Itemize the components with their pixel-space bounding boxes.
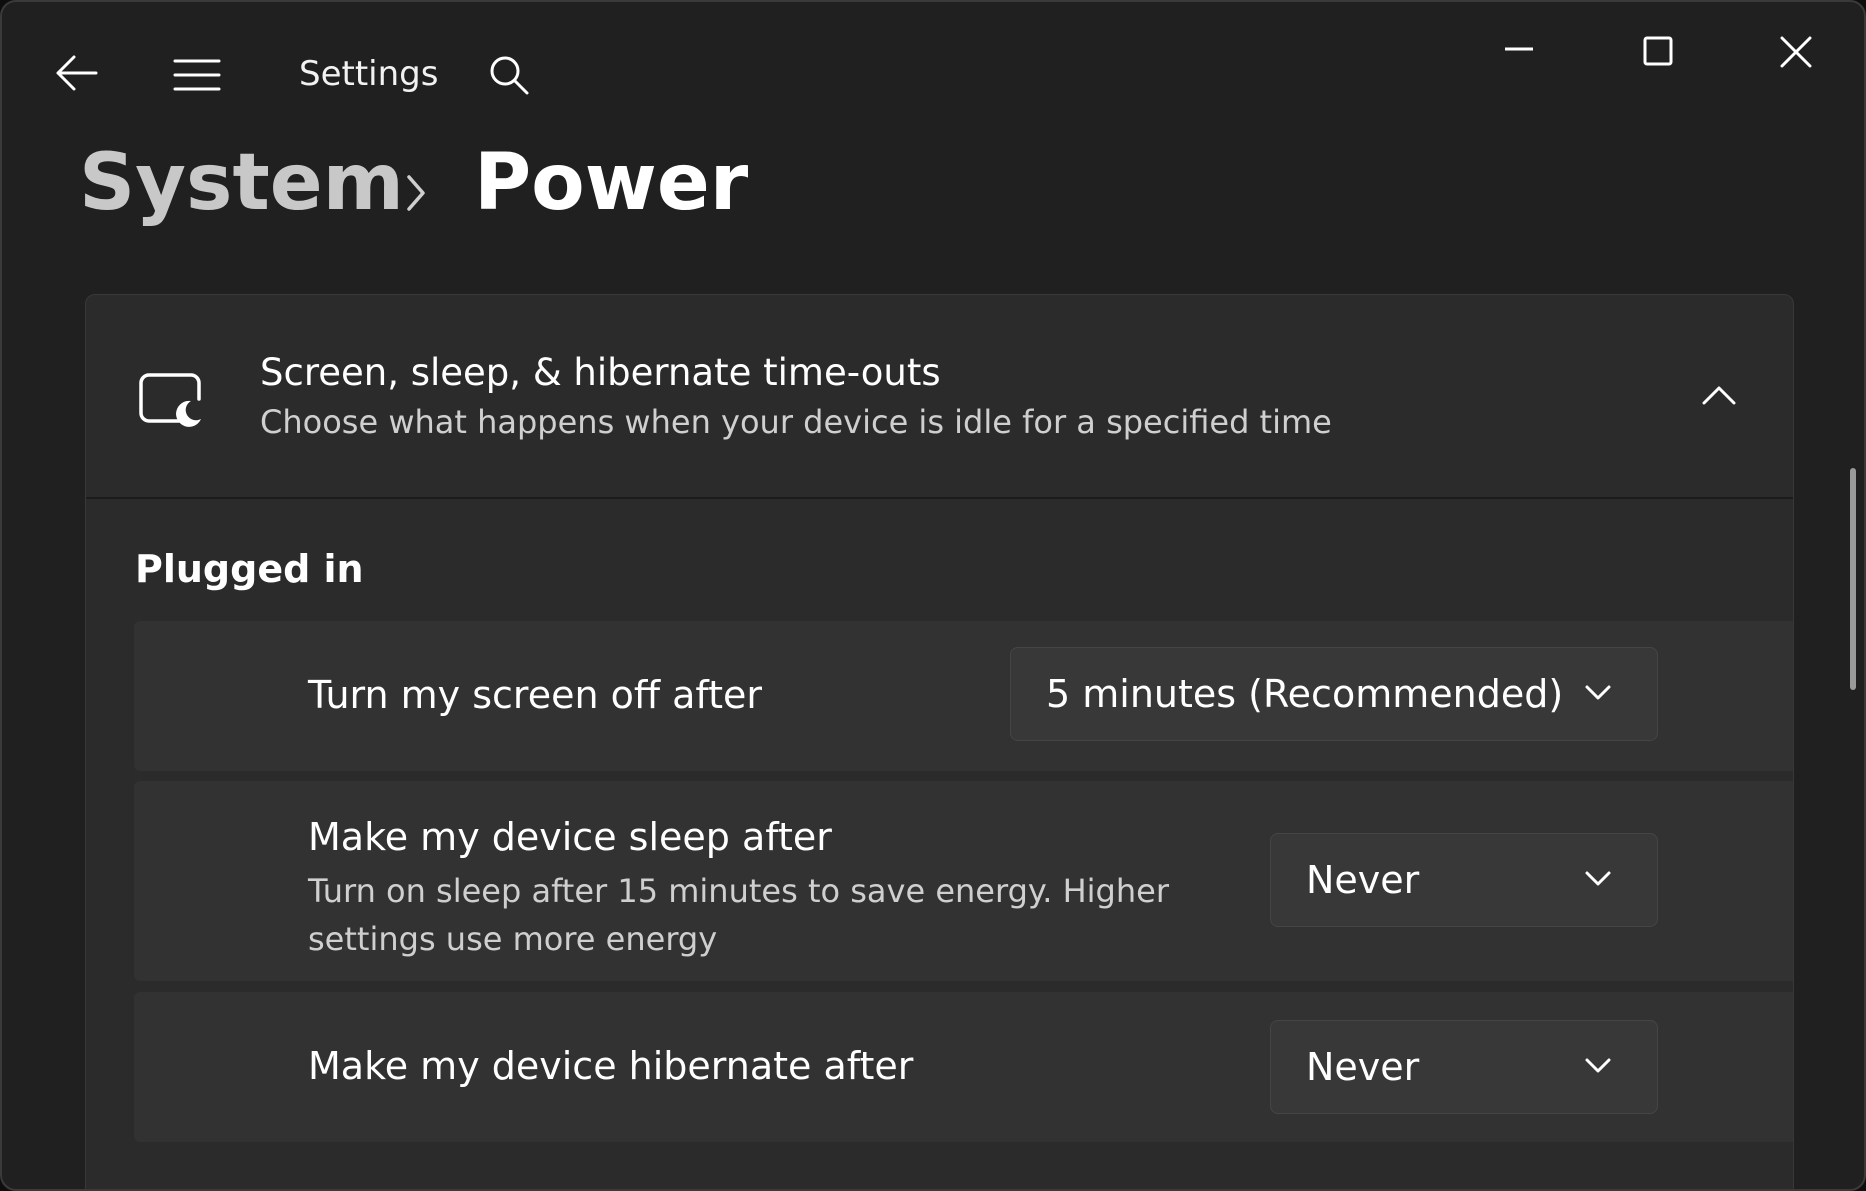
app-title: Settings — [299, 54, 439, 94]
setting-label: Make my device hibernate after — [308, 1044, 914, 1088]
card-subtitle: Choose what happens when your device is … — [260, 403, 1332, 441]
card-title: Screen, sleep, & hibernate time-outs — [260, 351, 941, 394]
screen-sleep-icon — [139, 373, 203, 427]
screen-sleep-card-header[interactable]: Screen, sleep, & hibernate time-outs Cho… — [86, 295, 1793, 499]
page-title: Power — [474, 138, 749, 228]
minimize-icon[interactable] — [1504, 46, 1534, 52]
hibernate-dropdown[interactable]: Never — [1270, 1020, 1658, 1114]
close-icon[interactable] — [1780, 36, 1812, 68]
chevron-right-icon — [406, 174, 426, 212]
chevron-down-icon — [1584, 868, 1612, 890]
chevron-down-icon — [1584, 1055, 1612, 1077]
dropdown-value: Never — [1306, 858, 1420, 902]
search-icon[interactable] — [488, 54, 530, 96]
setting-row-sleep: Make my device sleep after Turn on sleep… — [134, 781, 1793, 981]
breadcrumb-system[interactable]: System — [79, 144, 404, 222]
chevron-down-icon — [1584, 682, 1612, 704]
screen-sleep-card: Screen, sleep, & hibernate time-outs Cho… — [85, 294, 1794, 1189]
settings-window: Settings System Power Screen, sleep, & h… — [0, 0, 1866, 1191]
dropdown-value: Never — [1306, 1045, 1420, 1089]
back-arrow-icon[interactable] — [54, 54, 98, 92]
section-label-plugged-in: Plugged in — [135, 547, 364, 591]
dropdown-value: 5 minutes (Recommended) — [1046, 672, 1564, 716]
hamburger-menu-icon[interactable] — [173, 58, 221, 92]
chevron-up-icon[interactable] — [1702, 385, 1736, 405]
sleep-dropdown[interactable]: Never — [1270, 833, 1658, 927]
scrollbar-thumb[interactable] — [1850, 468, 1856, 690]
maximize-icon[interactable] — [1643, 36, 1673, 66]
screen-off-dropdown[interactable]: 5 minutes (Recommended) — [1010, 647, 1658, 741]
setting-label: Turn my screen off after — [308, 673, 763, 717]
setting-row-screen-off: Turn my screen off after 5 minutes (Reco… — [134, 621, 1793, 771]
setting-row-hibernate: Make my device hibernate after Never — [134, 992, 1793, 1142]
setting-description: Turn on sleep after 15 minutes to save e… — [308, 872, 1169, 958]
setting-label: Make my device sleep after — [308, 815, 832, 859]
